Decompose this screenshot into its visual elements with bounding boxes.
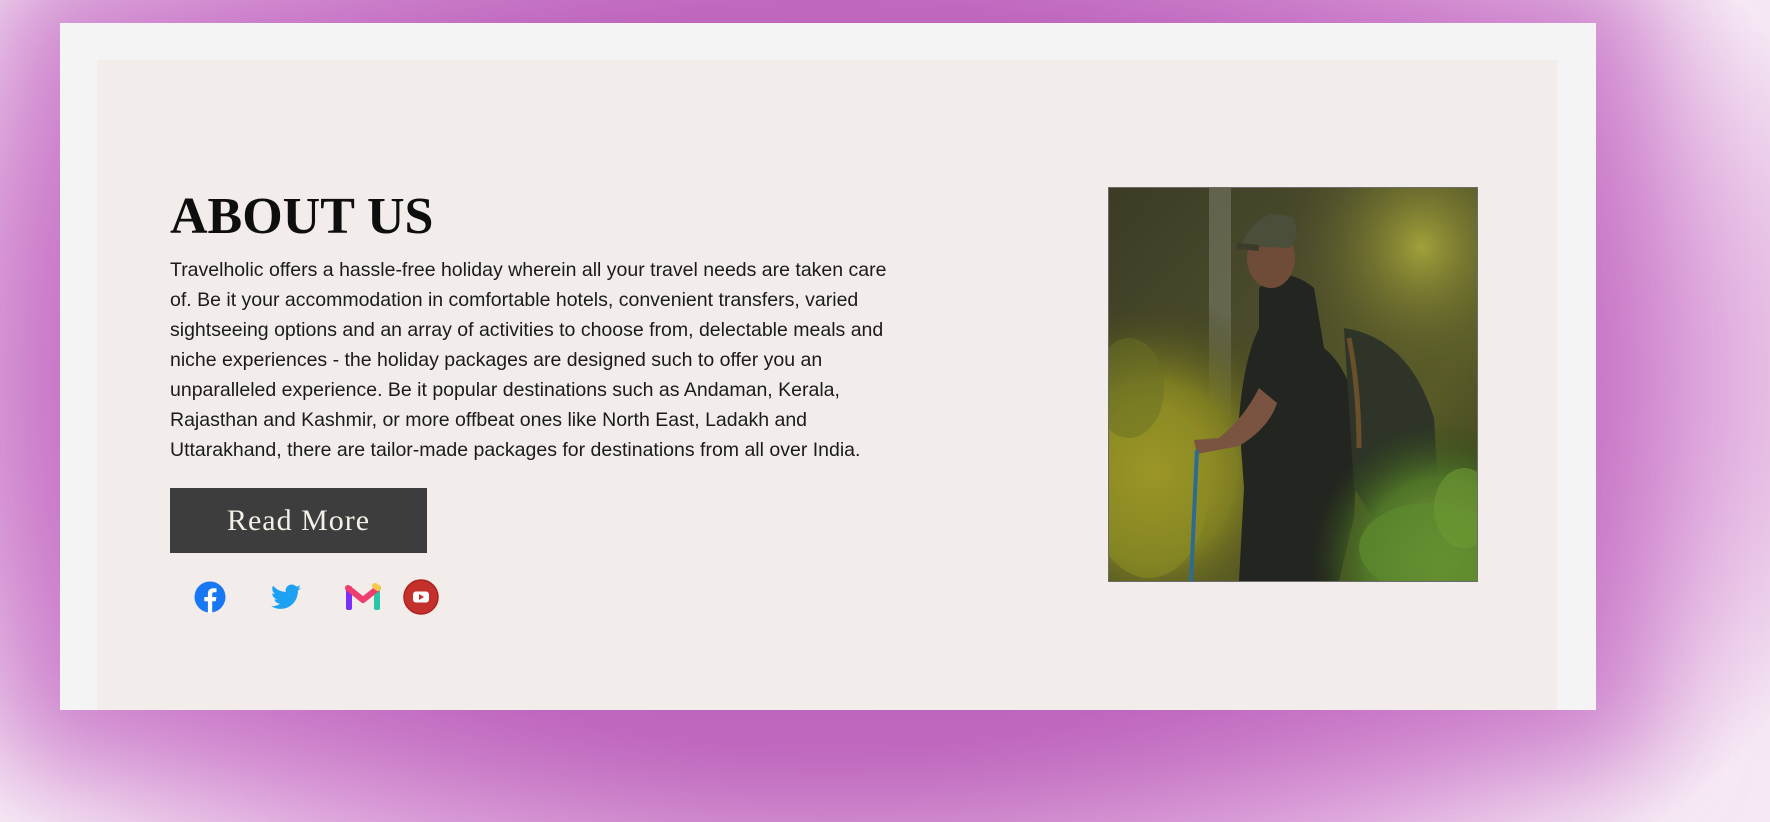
facebook-icon[interactable]: [192, 579, 228, 615]
gmail-icon[interactable]: [345, 579, 381, 615]
about-description: Travelholic offers a hassle-free holiday…: [170, 259, 887, 461]
about-card: ABOUT US Travelholic offers a hassle-fre…: [60, 23, 1596, 710]
read-more-button[interactable]: Read More: [170, 488, 427, 553]
youtube-icon[interactable]: [403, 579, 439, 615]
hiker-photo: [1108, 187, 1478, 582]
about-panel: ABOUT US Travelholic offers a hassle-fre…: [97, 60, 1557, 710]
twitter-icon[interactable]: [268, 579, 304, 615]
about-title: ABOUT US: [170, 188, 434, 245]
